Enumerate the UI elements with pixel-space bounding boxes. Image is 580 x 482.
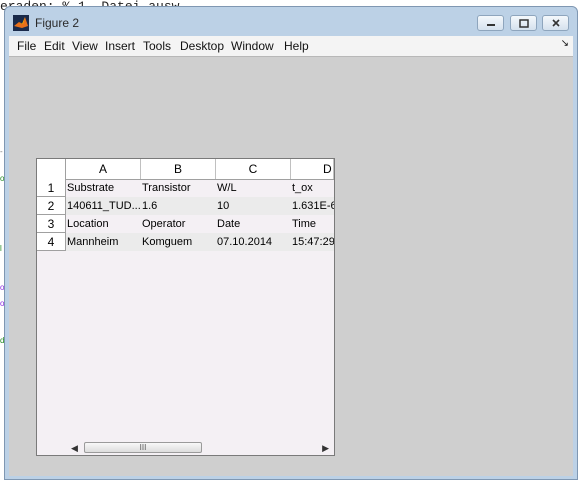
title-bar[interactable]: Figure 2: [5, 7, 577, 37]
menu-file[interactable]: File: [17, 39, 36, 53]
table-cell[interactable]: Transistor: [141, 179, 216, 197]
menu-view[interactable]: View: [72, 39, 98, 53]
minimize-button[interactable]: [477, 15, 504, 31]
scrollbar-thumb[interactable]: III: [84, 442, 202, 453]
table-cell[interactable]: Location: [66, 215, 141, 233]
menu-desktop[interactable]: Desktop: [180, 39, 224, 53]
column-header-b[interactable]: B: [141, 159, 216, 179]
figure-canvas: A B C D 1 Substrate Transistor W/L t_ox …: [9, 56, 573, 476]
table-cell[interactable]: 15:47:29: [291, 233, 334, 251]
table-cell[interactable]: 1.631E-6: [291, 197, 334, 215]
minimize-icon: [486, 24, 495, 26]
table-cell[interactable]: Date: [216, 215, 291, 233]
horizontal-scrollbar[interactable]: ◀ III ▶: [67, 440, 333, 455]
table-cell[interactable]: 140611_TUD...: [66, 197, 141, 215]
column-header-d[interactable]: D: [291, 159, 334, 179]
scroll-right-icon[interactable]: ▶: [322, 443, 329, 454]
table-corner: [37, 159, 66, 179]
matlab-logo-icon: [13, 15, 29, 31]
table-cell[interactable]: Substrate: [66, 179, 141, 197]
menu-insert[interactable]: Insert: [105, 39, 135, 53]
column-header-c[interactable]: C: [216, 159, 291, 179]
row-header-4[interactable]: 4: [37, 233, 66, 251]
table-cell[interactable]: W/L: [216, 179, 291, 197]
table-cell[interactable]: Komguem: [141, 233, 216, 251]
table-cell[interactable]: Mannheim: [66, 233, 141, 251]
column-header-row: A B C D: [37, 159, 334, 180]
menu-help[interactable]: Help: [284, 39, 309, 53]
menu-bar: File Edit View Insert Tools Desktop Wind…: [9, 36, 573, 56]
scroll-left-icon[interactable]: ◀: [71, 443, 78, 454]
table-cell[interactable]: Time: [291, 215, 334, 233]
row-header-3[interactable]: 3: [37, 215, 66, 233]
table-cell[interactable]: 07.10.2014: [216, 233, 291, 251]
menu-window[interactable]: Window: [231, 39, 274, 53]
table-cell[interactable]: 1.6: [141, 197, 216, 215]
maximize-icon: [518, 18, 529, 28]
column-header-a[interactable]: A: [66, 159, 141, 179]
menu-edit[interactable]: Edit: [44, 39, 65, 53]
window-title: Figure 2: [35, 16, 80, 30]
row-header-1[interactable]: 1: [37, 179, 66, 197]
data-table[interactable]: A B C D 1 Substrate Transistor W/L t_ox …: [36, 158, 335, 456]
table-cell[interactable]: t_ox: [291, 179, 334, 197]
maximize-button[interactable]: [510, 15, 537, 31]
table-cell[interactable]: Operator: [141, 215, 216, 233]
row-header-2[interactable]: 2: [37, 197, 66, 215]
figure-window: Figure 2 File Edit View Insert Tools Des…: [4, 6, 578, 480]
dock-arrow-icon[interactable]: ↘: [561, 38, 569, 49]
close-icon: [551, 19, 560, 27]
menu-tools[interactable]: Tools: [143, 39, 171, 53]
table-cell[interactable]: 10: [216, 197, 291, 215]
close-button[interactable]: [542, 15, 569, 31]
